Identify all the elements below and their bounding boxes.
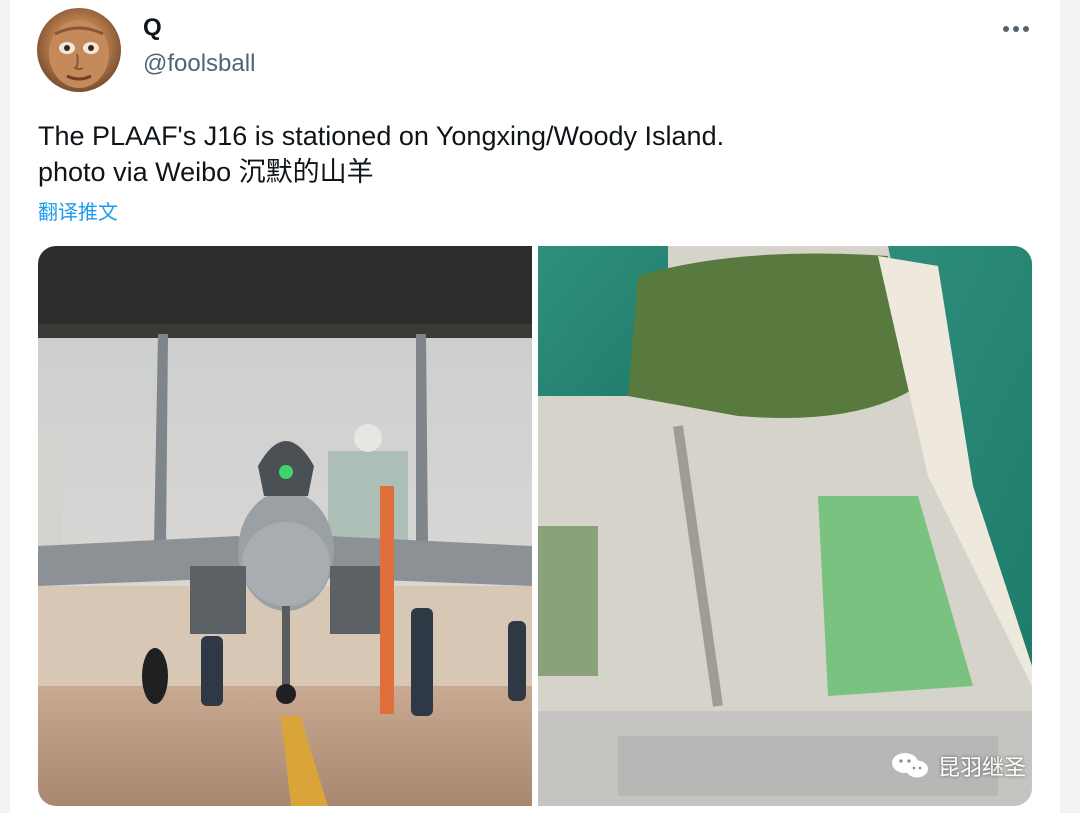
- handle[interactable]: @foolsball: [143, 50, 255, 78]
- tweet-text-line: The PLAAF's J16 is stationed on Yongxing…: [38, 121, 725, 151]
- wechat-icon: [892, 753, 928, 778]
- avatar[interactable]: [37, 8, 121, 92]
- jet-hangar-photo[interactable]: [38, 246, 532, 806]
- display-name[interactable]: Q: [143, 14, 162, 42]
- watermark: 昆羽继圣: [890, 750, 1026, 782]
- translate-tweet-link[interactable]: 翻译推文: [38, 196, 118, 225]
- tweet-text-line: photo via Weibo 沉默的山羊: [38, 157, 374, 187]
- more-horizontal-icon: [1003, 26, 1029, 32]
- tweet-media[interactable]: [38, 246, 1032, 806]
- watermark-text: 昆羽继圣: [938, 755, 1027, 780]
- more-options-button[interactable]: [996, 14, 1036, 44]
- tweet-text: The PLAAF's J16 is stationed on Yongxing…: [38, 118, 724, 190]
- island-satellite-photo[interactable]: [538, 246, 1032, 806]
